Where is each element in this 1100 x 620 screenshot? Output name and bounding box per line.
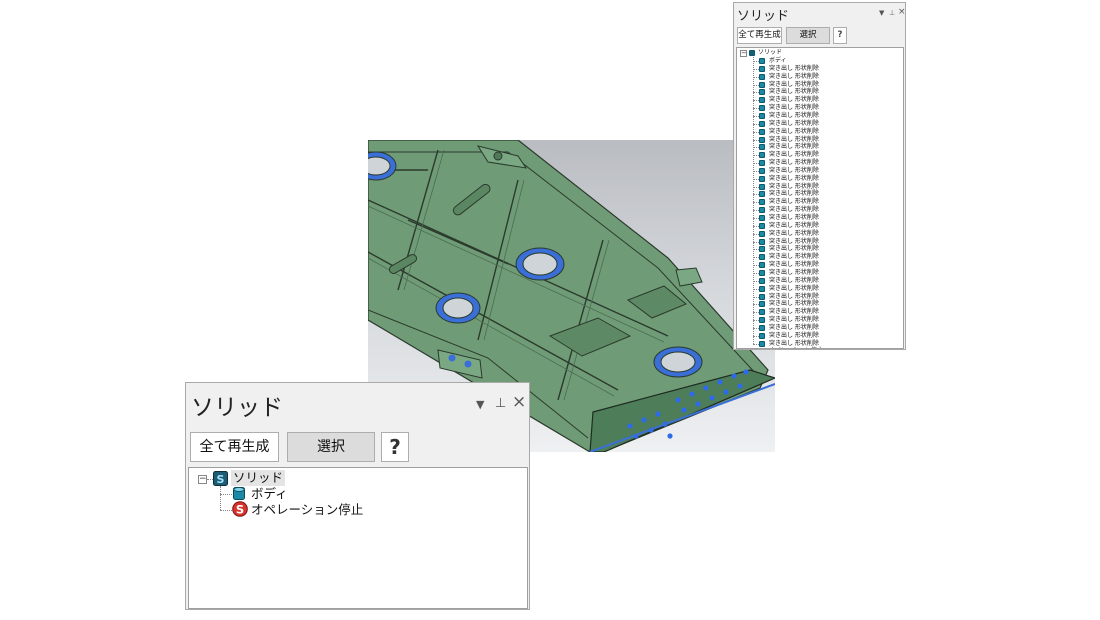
tree-item-extrude[interactable]: 突き出し 形状削除: [769, 112, 819, 120]
close-icon[interactable]: ×: [898, 7, 906, 17]
tree-item-extrude[interactable]: 突き出し 形状削除: [769, 230, 819, 238]
tree-item-extrude[interactable]: 突き出し 形状削除: [769, 198, 819, 206]
extrude-icon: [759, 81, 765, 88]
help-icon[interactable]: ?: [833, 27, 847, 44]
help-icon[interactable]: ?: [381, 432, 409, 462]
tree-item-extrude[interactable]: 突き出し 形状削除: [769, 175, 819, 183]
extrude-icon: [759, 183, 765, 190]
extrude-icon: [759, 105, 765, 112]
tree-item-extrude[interactable]: 突き出し 形状削除: [769, 308, 819, 316]
collapse-icon[interactable]: −: [198, 475, 207, 484]
extrude-icon: [759, 199, 765, 206]
tree-item-extrude[interactable]: 突き出し 形状削除: [769, 285, 819, 293]
operation-stop-icon: S: [232, 501, 248, 521]
extrude-icon: [759, 230, 765, 237]
extrude-icon: [759, 262, 765, 269]
extrude-icon: [759, 309, 765, 316]
tree-item-extrude[interactable]: 突き出し 形状削除: [769, 104, 819, 112]
extrude-icon: [759, 167, 765, 174]
select-button[interactable]: 選択: [287, 432, 375, 462]
tree-item-body[interactable]: ボディ: [251, 486, 288, 502]
tree-item-extrude[interactable]: 突き出し 形状削除: [769, 73, 819, 81]
tree-item-operation-stop[interactable]: オペレーション停止: [769, 347, 823, 348]
extrude-icon: [759, 191, 765, 198]
tree-root-label[interactable]: ソリッド: [231, 470, 286, 486]
extrude-icon: [759, 317, 765, 324]
tree-connector: [220, 510, 232, 511]
tree-item-extrude[interactable]: 突き出し 形状削除: [769, 277, 819, 285]
tree-item-extrude[interactable]: 突き出し 形状削除: [769, 214, 819, 222]
extrude-icon: [759, 301, 765, 308]
extrude-icon: [759, 73, 765, 80]
body-icon: [759, 58, 765, 64]
extrude-icon: [759, 277, 765, 284]
tree-item-extrude[interactable]: 突き出し 形状削除: [769, 143, 819, 151]
tree-item-extrude[interactable]: 突き出し 形状削除: [769, 269, 819, 277]
tree-root-label[interactable]: ソリッド: [758, 49, 782, 57]
solid-panel-small: ソリッド ▼ ⊥ × 全て再生成 選択 ? − ソリッド ボディ突き出し 形状削…: [733, 2, 906, 350]
extrude-icon: [759, 152, 765, 159]
extrude-icon: [759, 144, 765, 151]
tree-item-extrude[interactable]: 突き出し 形状削除: [769, 206, 819, 214]
panel-title: ソリッド: [737, 9, 790, 24]
select-button[interactable]: 選択: [786, 27, 830, 44]
tree-item-extrude[interactable]: 突き出し 形状削除: [769, 324, 819, 332]
tree-item-extrude[interactable]: 突き出し 形状削除: [769, 151, 819, 159]
extrude-icon: [759, 215, 765, 221]
extrude-icon: [759, 128, 765, 135]
tree-item-extrude[interactable]: 突き出し 形状削除: [769, 261, 819, 269]
tree-item-operation-stop[interactable]: オペレーション停止: [251, 502, 363, 518]
tree-item-extrude[interactable]: 突き出し 形状削除: [769, 300, 819, 308]
extrude-icon: [759, 246, 765, 253]
extrude-icon: [759, 207, 765, 214]
regenerate-all-button[interactable]: 全て再生成: [737, 27, 782, 44]
tree-item-extrude[interactable]: 突き出し 形状削除: [769, 159, 819, 167]
extrude-icon: [759, 332, 765, 339]
dropdown-icon[interactable]: ▼: [476, 398, 484, 411]
panel-titlebar: ソリッド ▼ ⊥ ×: [186, 383, 529, 427]
extrude-icon: [759, 222, 765, 229]
tree-item-extrude[interactable]: 突き出し 形状削除: [769, 332, 819, 340]
tree-connector: [220, 494, 232, 495]
tree-item-extrude[interactable]: 突き出し 形状削除: [769, 167, 819, 175]
close-icon[interactable]: ×: [512, 392, 526, 412]
pin-icon[interactable]: ⊥: [889, 9, 895, 17]
extrude-icon: [759, 175, 765, 182]
collapse-icon[interactable]: −: [740, 50, 747, 57]
tree-item-extrude[interactable]: 突き出し 形状削除: [769, 222, 819, 230]
tree-connector: [220, 486, 221, 510]
tree-item-extrude[interactable]: 突き出し 形状削除: [769, 120, 819, 128]
tree-item-extrude[interactable]: 突き出し 形状削除: [769, 96, 819, 104]
extrude-icon: [759, 136, 765, 143]
tree-item-extrude[interactable]: 突き出し 形状削除: [769, 128, 819, 136]
tree-item-extrude[interactable]: 突き出し 形状削除: [769, 65, 819, 73]
solid-tree[interactable]: − S ソリッド ボディ S オペレーション停止: [188, 467, 528, 609]
extrude-icon: [759, 293, 765, 300]
tree-item-extrude[interactable]: 突き出し 形状削除: [769, 316, 819, 324]
solid-icon: [749, 50, 755, 56]
regenerate-all-button[interactable]: 全て再生成: [190, 432, 279, 462]
dropdown-icon[interactable]: ▼: [879, 9, 884, 17]
extrude-icon: [759, 120, 765, 127]
extrude-icon: [759, 160, 765, 167]
extrude-icon: [759, 97, 765, 104]
tree-item-extrude[interactable]: 突き出し 形状削除: [769, 253, 819, 261]
pin-icon[interactable]: ⊥: [495, 396, 506, 411]
extrude-icon: [759, 112, 765, 119]
operation-stop-icon: [759, 348, 765, 349]
extrude-icon: [759, 340, 765, 347]
tree-item-body[interactable]: ボディ: [769, 57, 787, 65]
svg-text:S: S: [217, 473, 225, 486]
extrude-icon: [759, 238, 765, 245]
extrude-icon: [759, 269, 765, 276]
extrude-icon: [759, 89, 765, 96]
solid-panel: ソリッド ▼ ⊥ × 全て再生成 選択 ? − S ソリッド ボディ S オペレ…: [185, 382, 530, 610]
extrude-icon: [759, 285, 765, 292]
extrude-icon: [759, 254, 765, 261]
panel-title: ソリッド: [191, 395, 283, 421]
svg-text:S: S: [236, 503, 244, 517]
extrude-icon: [759, 324, 765, 331]
solid-tree-small[interactable]: − ソリッド ボディ突き出し 形状削除 突き出し 形状削除 突き出し 形状削除 突き出…: [736, 47, 904, 349]
extrude-icon: [759, 65, 765, 72]
